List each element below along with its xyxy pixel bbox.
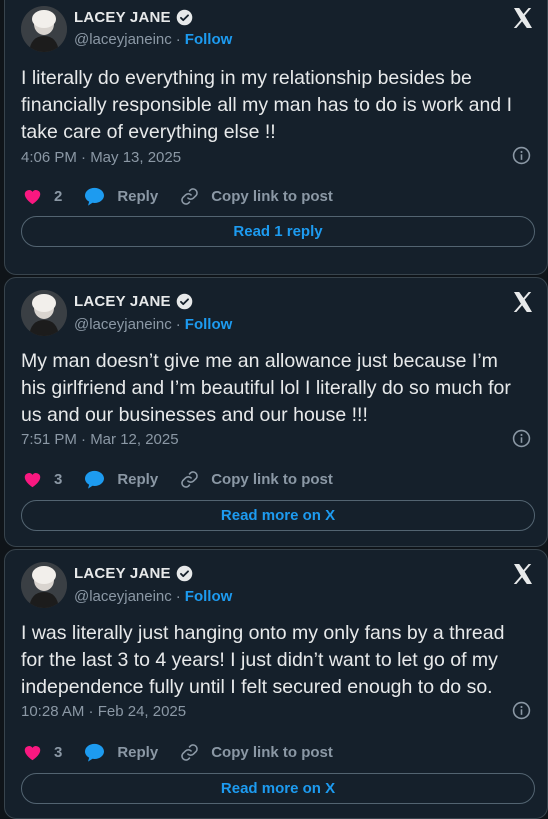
verified-badge-icon (176, 9, 193, 26)
like-count: 2 (54, 188, 63, 205)
handle-row: @laceyjaneinc · Follow (74, 316, 233, 333)
follow-button[interactable]: Follow (185, 588, 233, 605)
info-icon[interactable] (512, 146, 531, 165)
author-handle[interactable]: @laceyjaneinc (74, 31, 172, 48)
copy-link-button[interactable]: Copy link to post (180, 470, 333, 489)
avatar[interactable] (21, 290, 67, 336)
handle-row: @laceyjaneinc · Follow (74, 31, 233, 48)
like-button[interactable]: 3 (23, 744, 62, 761)
post-timestamp[interactable]: 4:06 PM · May 13, 2025 (21, 149, 181, 166)
reply-label: Reply (117, 744, 159, 761)
reply-button[interactable]: Reply (84, 743, 158, 762)
verified-badge-icon (176, 565, 193, 582)
x-logo-icon[interactable] (511, 562, 535, 586)
post-text: My man doesn’t give me an allowance just… (21, 350, 511, 426)
post-card: LACEY JANE @laceyjaneinc · Follow I was li… (4, 549, 548, 819)
post-text: I was literally just hanging onto my onl… (21, 622, 505, 698)
handle-row: @laceyjaneinc · Follow (74, 588, 233, 605)
author-name[interactable]: LACEY JANE (74, 9, 171, 26)
link-icon (181, 471, 198, 488)
like-button[interactable]: 3 (23, 471, 62, 488)
post-card: LACEY JANE @laceyjaneinc · Follow I litera… (4, 0, 548, 275)
avatar[interactable] (21, 6, 67, 52)
heart-icon (24, 746, 41, 761)
like-count: 3 (54, 744, 63, 761)
author-name[interactable]: LACEY JANE (74, 565, 171, 582)
read-more-button[interactable]: Read more on X (21, 500, 535, 531)
copy-link-label: Copy link to post (211, 744, 333, 761)
x-logo-icon[interactable] (511, 6, 535, 30)
reply-bubble-icon (85, 470, 105, 489)
copy-link-label: Copy link to post (211, 471, 333, 488)
reply-bubble-icon (85, 187, 105, 206)
post-timestamp[interactable]: 10:28 AM · Feb 24, 2025 (21, 703, 186, 720)
link-icon (181, 744, 198, 761)
copy-link-button[interactable]: Copy link to post (180, 187, 333, 206)
follow-button[interactable]: Follow (185, 316, 233, 333)
read-more-button[interactable]: Read more on X (21, 773, 535, 804)
reply-bubble-icon (85, 743, 105, 762)
heart-icon (24, 190, 41, 205)
post-timestamp[interactable]: 7:51 PM · Mar 12, 2025 (21, 431, 179, 448)
author-handle[interactable]: @laceyjaneinc (74, 316, 172, 333)
follow-button[interactable]: Follow (185, 31, 233, 48)
author-handle[interactable]: @laceyjaneinc (74, 588, 172, 605)
author-name[interactable]: LACEY JANE (74, 293, 171, 310)
read-replies-button[interactable]: Read 1 reply (21, 216, 535, 247)
heart-icon (24, 473, 41, 488)
verified-badge-icon (176, 293, 193, 310)
reply-label: Reply (117, 188, 159, 205)
link-icon (181, 188, 198, 205)
copy-link-button[interactable]: Copy link to post (180, 743, 333, 762)
info-icon[interactable] (512, 429, 531, 448)
like-button[interactable]: 2 (23, 188, 62, 205)
post-text: I literally do everything in my relation… (21, 67, 512, 143)
info-icon[interactable] (512, 701, 531, 720)
x-logo-icon[interactable] (511, 290, 535, 314)
like-count: 3 (54, 471, 63, 488)
post-card: LACEY JANE @laceyjaneinc · Follow My man d… (4, 277, 548, 547)
reply-label: Reply (117, 471, 159, 488)
avatar[interactable] (21, 562, 67, 608)
reply-button[interactable]: Reply (84, 187, 158, 206)
reply-button[interactable]: Reply (84, 470, 158, 489)
copy-link-label: Copy link to post (211, 188, 333, 205)
